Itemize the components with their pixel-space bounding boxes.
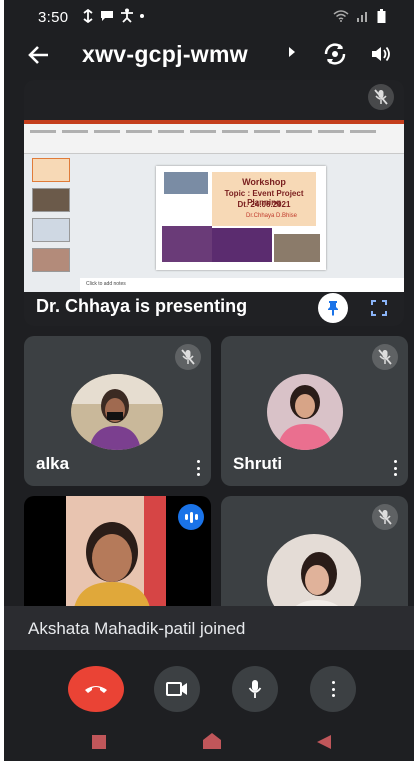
back-nav-icon[interactable] — [316, 734, 332, 750]
notes-pane: Click to add notes — [80, 278, 404, 292]
participant-tile[interactable] — [221, 496, 408, 608]
sync-icon — [83, 8, 93, 23]
presenter-caption: Dr. Chhaya is presenting — [36, 296, 248, 316]
call-controls — [4, 652, 414, 720]
avatar — [267, 374, 343, 450]
participant-name: alka — [36, 454, 70, 473]
participant-tile[interactable]: Shruti — [221, 336, 408, 486]
presentation-tile[interactable]: Workshop Topic : Event Project Planning … — [24, 80, 404, 326]
powerpoint-ribbon — [24, 120, 404, 154]
accessibility-icon — [121, 8, 133, 23]
participant-name: Shruti — [233, 454, 283, 473]
speaking-indicator-icon — [178, 504, 204, 530]
mic-off-icon — [368, 84, 394, 110]
shared-screen: Workshop Topic : Event Project Planning … — [24, 120, 404, 292]
status-notification-icons — [82, 8, 144, 23]
recents-icon[interactable] — [92, 735, 106, 749]
mic-off-icon — [372, 504, 398, 530]
more-vertical-icon[interactable] — [392, 460, 398, 476]
end-call-button[interactable] — [68, 666, 124, 712]
camera-icon — [166, 682, 187, 696]
wifi-icon — [333, 10, 349, 22]
camera-toggle-button[interactable] — [154, 666, 200, 712]
avatar — [267, 534, 361, 608]
slide-line-4: Dr.Chhaya D.Bhise — [246, 213, 298, 219]
participant-video — [66, 496, 166, 608]
phone-screen: 3:50 xwv-gcpj-wmw Workshop Topic: Event… — [4, 0, 414, 761]
message-icon — [101, 10, 113, 21]
status-bar: 3:50 — [4, 0, 414, 34]
dot-icon — [140, 13, 144, 18]
slide-thumbnails — [28, 158, 72, 288]
home-icon[interactable] — [202, 732, 222, 750]
slide-line-1: Workshop — [242, 177, 286, 187]
switch-camera-icon[interactable] — [322, 42, 348, 71]
system-nav-bar — [4, 722, 414, 761]
more-options-button[interactable] — [310, 666, 356, 712]
status-time: 3:50 — [38, 9, 69, 26]
mic-icon — [248, 680, 262, 698]
end-call-icon — [85, 686, 107, 693]
status-system-icons — [333, 9, 386, 23]
participant-video-tile[interactable] — [24, 496, 211, 608]
caret-right-icon[interactable] — [289, 47, 295, 57]
battery-icon — [377, 9, 386, 23]
join-notification: Akshata Mahadik-patil joined — [4, 606, 414, 650]
current-slide: Workshop Topic : Event Project Planning … — [156, 166, 326, 270]
meeting-code[interactable]: xwv-gcpj-wmw — [82, 41, 248, 68]
mic-off-icon — [372, 344, 398, 370]
more-vertical-icon[interactable] — [195, 460, 201, 476]
meeting-header: xwv-gcpj-wmw — [4, 36, 414, 76]
back-arrow-icon[interactable] — [28, 40, 50, 71]
signal-icon — [357, 12, 367, 22]
avatar — [71, 374, 163, 450]
mic-toggle-button[interactable] — [232, 666, 278, 712]
fullscreen-icon[interactable] — [364, 293, 394, 323]
more-vertical-icon — [330, 681, 336, 697]
participant-tile[interactable]: alka — [24, 336, 211, 486]
slide-line-3: Dt. 24.06.2021 — [237, 200, 291, 209]
speaker-icon[interactable] — [370, 44, 392, 69]
pin-icon[interactable] — [318, 293, 348, 323]
mic-off-icon — [175, 344, 201, 370]
